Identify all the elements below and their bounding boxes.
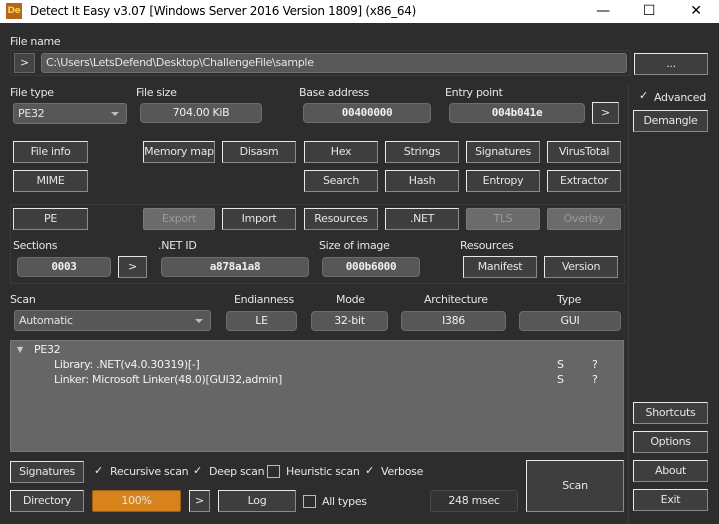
- close-button[interactable]: ✕: [673, 0, 719, 23]
- mime-button[interactable]: MIME: [13, 170, 88, 192]
- result-item-q[interactable]: ?: [592, 358, 598, 371]
- chevron-down-icon: [195, 319, 203, 323]
- progress-go-button[interactable]: >: [189, 490, 210, 512]
- result-item-text[interactable]: Linker: Microsoft Linker(48.0)[GUI32,adm…: [54, 373, 282, 386]
- expand-icon[interactable]: ▼: [17, 345, 23, 354]
- tree-root[interactable]: PE32: [34, 343, 61, 356]
- net-id-value: a878a1a8: [161, 257, 309, 277]
- architecture-value: I386: [401, 311, 506, 331]
- version-button[interactable]: Version: [544, 256, 618, 278]
- file-type-select[interactable]: PE32: [13, 103, 127, 124]
- shortcuts-button[interactable]: Shortcuts: [633, 402, 708, 424]
- size-of-image-value: 000b6000: [322, 257, 420, 277]
- options-button[interactable]: Options: [633, 431, 708, 453]
- search-button[interactable]: Search: [304, 170, 378, 192]
- verbose-label: Verbose: [381, 465, 424, 478]
- file-type-value: PE32: [18, 107, 45, 120]
- app-logo: De: [6, 3, 22, 19]
- sections-go-button[interactable]: >: [118, 256, 147, 278]
- result-item-text[interactable]: Library: .NET(v4.0.30319)[-]: [54, 358, 200, 371]
- import-button[interactable]: Import: [222, 208, 296, 230]
- title-bar: De Detect It Easy v3.07 [Windows Server …: [0, 0, 719, 23]
- net-id-label: .NET ID: [158, 239, 197, 252]
- scan-label: Scan: [10, 293, 36, 306]
- minimize-button[interactable]: —: [580, 0, 626, 23]
- signatures-button[interactable]: Signatures: [10, 461, 84, 483]
- deep-scan-label: Deep scan: [209, 465, 265, 478]
- base-address-value: 00400000: [303, 103, 431, 123]
- virustotal-button[interactable]: VirusTotal: [547, 141, 621, 163]
- result-item-q[interactable]: ?: [592, 373, 598, 386]
- size-of-image-label: Size of image: [319, 239, 390, 252]
- net-button[interactable]: .NET: [385, 208, 459, 230]
- entropy-button[interactable]: Entropy: [466, 170, 540, 192]
- advanced-checkbox[interactable]: ✓: [637, 90, 650, 103]
- all-types-label: All types: [322, 495, 367, 508]
- endianness-value: LE: [226, 311, 297, 331]
- scan-mode-value: Automatic: [19, 314, 73, 327]
- extractor-button[interactable]: Extractor: [547, 170, 621, 192]
- pe-button[interactable]: PE: [13, 208, 88, 230]
- signatures-tool-button[interactable]: Signatures: [466, 141, 540, 163]
- memory-map-button[interactable]: Memory map: [143, 141, 215, 163]
- entry-point-go-button[interactable]: >: [592, 102, 619, 124]
- open-file-button[interactable]: >: [14, 53, 35, 73]
- architecture-label: Architecture: [424, 293, 488, 306]
- file-type-label: File type: [10, 86, 54, 99]
- progress-bar: 100%: [92, 490, 181, 512]
- strings-button[interactable]: Strings: [385, 141, 459, 163]
- hash-button[interactable]: Hash: [385, 170, 459, 192]
- directory-button[interactable]: Directory: [10, 490, 84, 512]
- endianness-label: Endianness: [234, 293, 294, 306]
- side-divider: [628, 84, 629, 524]
- advanced-label: Advanced: [654, 91, 706, 104]
- type-value: GUI: [519, 311, 621, 331]
- recursive-scan-checkbox[interactable]: ✓: [92, 465, 105, 478]
- overlay-button: Overlay: [547, 208, 621, 230]
- file-size-value: 704.00 KiB: [140, 103, 262, 123]
- resources-button[interactable]: Resources: [304, 208, 378, 230]
- result-item-s: S: [557, 358, 564, 371]
- manifest-button[interactable]: Manifest: [463, 256, 537, 278]
- mode-value: 32-bit: [311, 311, 388, 331]
- heuristic-scan-label: Heuristic scan: [286, 465, 360, 478]
- scan-time: 248 msec: [430, 490, 518, 512]
- file-info-button[interactable]: File info: [13, 141, 88, 163]
- deep-scan-checkbox[interactable]: ✓: [191, 465, 204, 478]
- entry-point-value: 004b041e: [449, 103, 585, 123]
- about-button[interactable]: About: [633, 460, 708, 482]
- file-path-input[interactable]: C:\Users\LetsDefend\Desktop\ChallengeFil…: [41, 53, 627, 73]
- resources-label: Resources: [460, 239, 514, 252]
- results-tree[interactable]: ▼ PE32 Library: .NET(v4.0.30319)[-] S ? …: [10, 340, 624, 452]
- scan-button[interactable]: Scan: [526, 460, 624, 512]
- result-item-s: S: [557, 373, 564, 386]
- file-name-label: File name: [10, 35, 61, 48]
- recursive-scan-label: Recursive scan: [110, 465, 189, 478]
- hex-button[interactable]: Hex: [304, 141, 378, 163]
- exit-button[interactable]: Exit: [633, 489, 708, 511]
- maximize-button[interactable]: ☐: [626, 0, 672, 23]
- entry-point-label: Entry point: [445, 86, 503, 99]
- heuristic-scan-checkbox[interactable]: [267, 465, 280, 478]
- base-address-label: Base address: [299, 86, 369, 99]
- sections-value: 0003: [17, 257, 111, 277]
- scan-mode-select[interactable]: Automatic: [14, 310, 211, 331]
- browse-button[interactable]: ...: [634, 53, 708, 75]
- log-button[interactable]: Log: [218, 490, 296, 512]
- demangle-button[interactable]: Demangle: [633, 110, 708, 132]
- type-label: Type: [557, 293, 582, 306]
- verbose-checkbox[interactable]: ✓: [363, 465, 376, 478]
- disasm-button[interactable]: Disasm: [222, 141, 296, 163]
- chevron-down-icon: [111, 112, 119, 116]
- window-title: Detect It Easy v3.07 [Windows Server 201…: [30, 4, 416, 18]
- mode-label: Mode: [336, 293, 365, 306]
- sections-label: Sections: [13, 239, 58, 252]
- tls-button: TLS: [466, 208, 540, 230]
- export-button: Export: [143, 208, 215, 230]
- file-size-label: File size: [136, 86, 177, 99]
- all-types-checkbox[interactable]: [303, 495, 316, 508]
